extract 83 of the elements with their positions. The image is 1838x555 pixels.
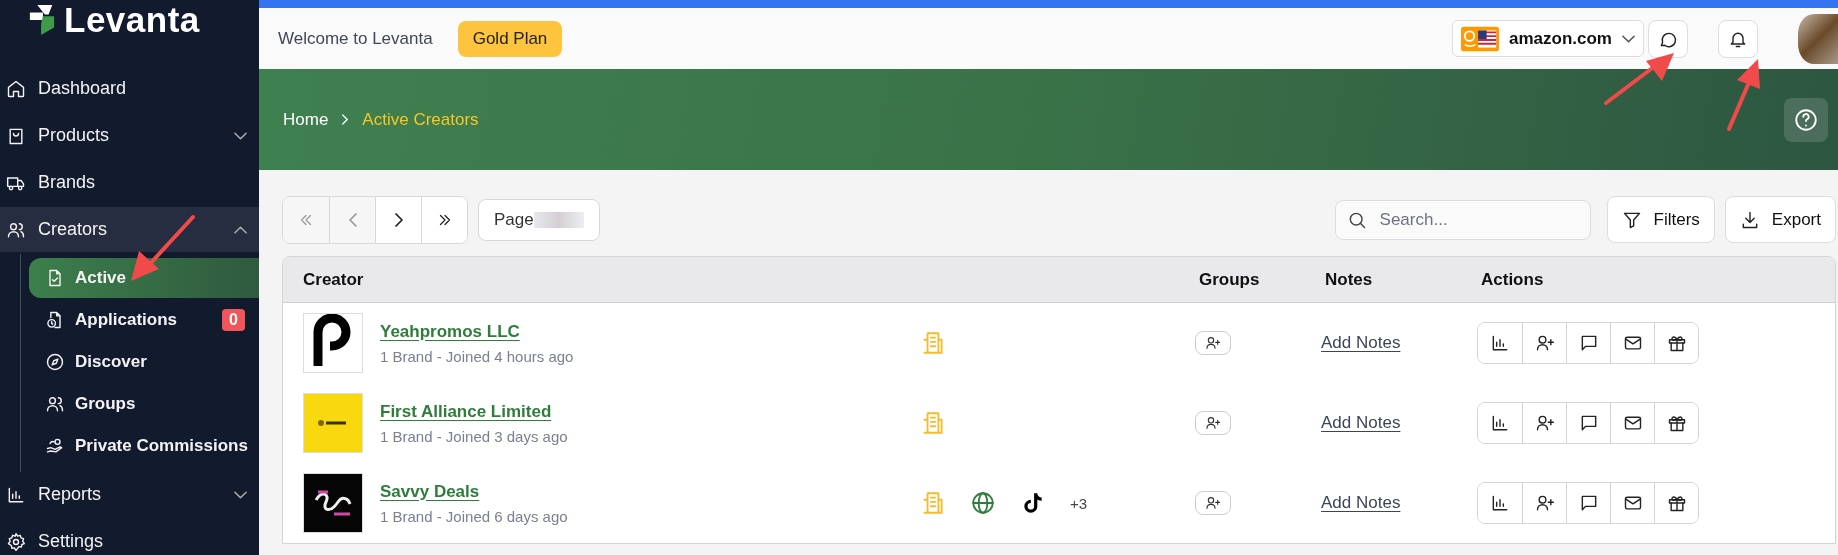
welcome-text: Welcome to Levanta [278,28,433,49]
annotation-arrow [1604,53,1674,105]
plan-badge: Gold Plan [457,20,563,57]
bar-chart-icon [1490,493,1510,513]
nav-item[interactable]: Settings [0,519,259,555]
creator-link[interactable]: Savvy Deals [380,481,480,502]
nav-item[interactable]: Creators [0,207,259,252]
chevron-icon [1622,34,1635,43]
logo-text: Levanta [64,0,200,40]
nav-subitem[interactable]: Groups [29,384,259,424]
building-icon [920,330,946,356]
avatar[interactable] [1798,13,1838,64]
user-plus-icon [1205,335,1221,351]
page-field[interactable]: Page [478,198,600,241]
nav-item[interactable]: Dashboard [0,66,259,111]
building-icon [920,410,946,436]
gift-icon [1666,493,1687,513]
user-plus-icon [1534,333,1555,353]
nav-icon [45,436,65,456]
nav-item[interactable]: Brands [0,160,259,205]
bar-chart-icon [1490,413,1510,433]
filters-button[interactable]: Filters [1606,196,1715,243]
bar-chart-icon [1490,333,1510,353]
breadcrumb-link[interactable]: Home [283,109,329,130]
gift-button[interactable] [1654,403,1698,443]
mail-icon [1622,413,1643,433]
help-icon [1793,106,1819,133]
chevron-icon [348,212,357,227]
creator-meta: 1 Brand - Joined 4 hours ago [380,347,575,365]
gift-icon [1666,333,1687,353]
add-to-group-button[interactable] [1195,331,1231,355]
user-plus-icon [1534,413,1555,433]
chevron-icon [234,131,247,140]
amazon-icon [1461,25,1499,52]
more-count: +3 [1070,494,1088,512]
nav-icon [6,531,26,552]
user-plus-icon [1205,495,1221,511]
add-to-group-button[interactable] [1195,411,1231,435]
nav-icon [6,78,26,99]
nav-icon [45,352,65,372]
export-button[interactable]: Export [1724,196,1836,243]
gift-button[interactable] [1654,323,1698,363]
add-notes-link[interactable]: Add Notes [1321,333,1401,353]
add-notes-link[interactable]: Add Notes [1321,413,1401,433]
column-header: Creator [302,269,365,290]
chevron-icon [342,114,349,125]
user-plus-icon [1205,415,1221,431]
search-field[interactable]: Search... [1334,199,1591,240]
column-header: Groups [1198,269,1261,290]
creator-meta: 1 Brand - Joined 3 days ago [380,427,569,445]
column-header: Actions [1480,269,1545,290]
chevron-icon [234,490,247,499]
globe-icon [970,490,996,516]
nav-subitem[interactable]: Private Commissions [29,426,259,466]
add-notes-link[interactable]: Add Notes [1321,493,1401,513]
building-icon [920,490,946,516]
notifications-button[interactable] [1718,19,1758,58]
chevron-icon [394,212,403,227]
column-header: Notes [1324,269,1374,290]
add-to-group-button[interactable] [1195,491,1231,515]
marketplace-select[interactable]: amazon.com [1452,20,1644,57]
logo-icon [28,3,56,37]
nav-subitem[interactable]: Discover [29,342,259,382]
creator-link[interactable]: Yeahpromos LLC [380,321,520,342]
chat-button[interactable] [1648,19,1688,58]
nav-subitem[interactable]: Active [29,258,259,298]
gift-icon [1666,413,1687,433]
page-button[interactable] [421,196,467,243]
nav-item[interactable]: Products [0,113,259,158]
user-plus-icon [1534,493,1555,513]
creator-link[interactable]: First Alliance Limited [380,401,552,422]
annotation-arrow [131,215,195,281]
nav-subitem[interactable]: Applications 0 [29,300,259,340]
nav-icon [45,394,65,414]
count-badge: 0 [222,309,245,331]
mail-icon [1622,493,1643,513]
creator-meta: 1 Brand - Joined 6 days ago [380,507,569,525]
annotation-arrow [1727,59,1760,131]
mail-icon [1622,333,1643,353]
help-button[interactable] [1784,97,1828,142]
gift-button[interactable] [1654,483,1698,523]
chevron-icon [234,225,247,234]
nav-item[interactable]: Reports [0,472,259,517]
